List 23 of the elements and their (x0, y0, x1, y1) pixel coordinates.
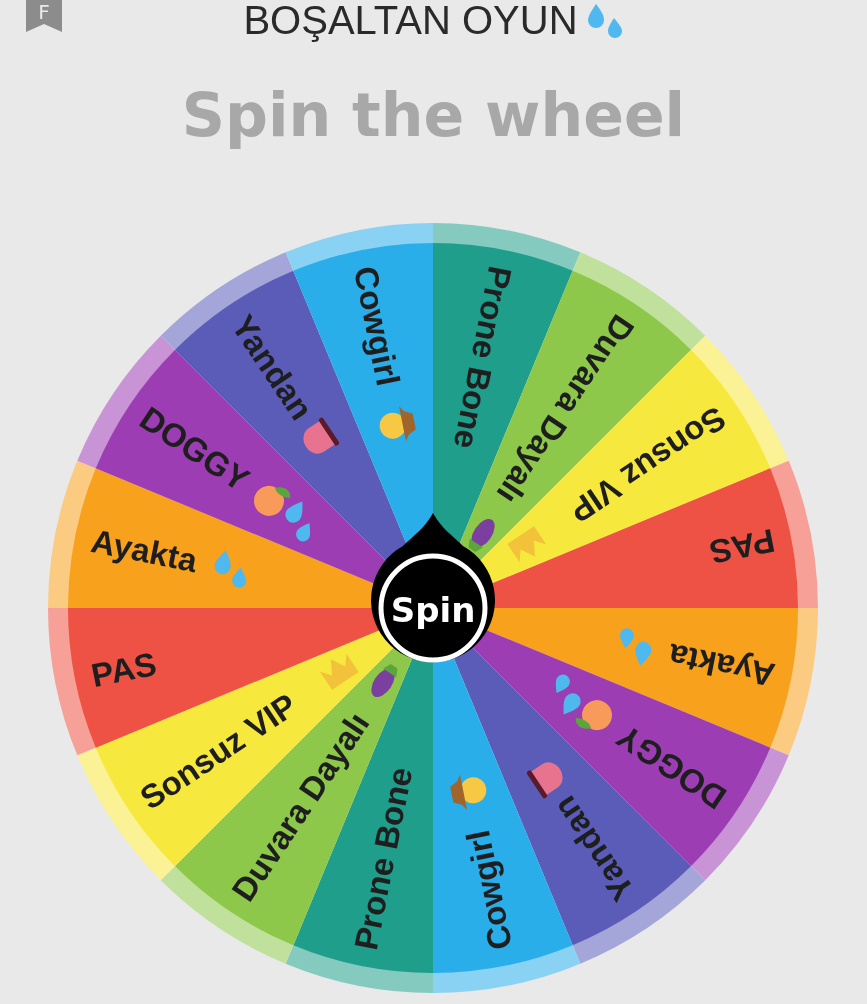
water-drops-icon (587, 2, 624, 38)
water-drops-icon (619, 628, 652, 666)
segment-label: PAS (88, 645, 160, 695)
crown-icon (319, 653, 359, 690)
water-drops-icon (214, 550, 247, 588)
segment-label: PAS (706, 521, 778, 571)
segment-label: Ayakta (88, 521, 201, 580)
peach-icon (575, 700, 612, 731)
crown-icon (507, 526, 547, 563)
page-title: BOŞALTAN OYUN (243, 0, 578, 40)
peach-icon (254, 485, 291, 516)
bookmark-badge: F (26, 0, 62, 32)
cowboy-icon (379, 406, 416, 442)
spin-button[interactable]: Spin (371, 513, 495, 663)
cowboy-icon (450, 774, 487, 810)
eggplant-icon (468, 518, 495, 552)
segment-label: Cowgirl (346, 263, 407, 389)
eggplant-icon (371, 664, 398, 698)
segment-label: Ayakta (665, 636, 778, 695)
heading: Spin the wheel (180, 80, 687, 150)
water-drops-icon (285, 501, 311, 542)
segment-label: Cowgirl (459, 827, 520, 953)
water-drops-icon (555, 674, 581, 715)
